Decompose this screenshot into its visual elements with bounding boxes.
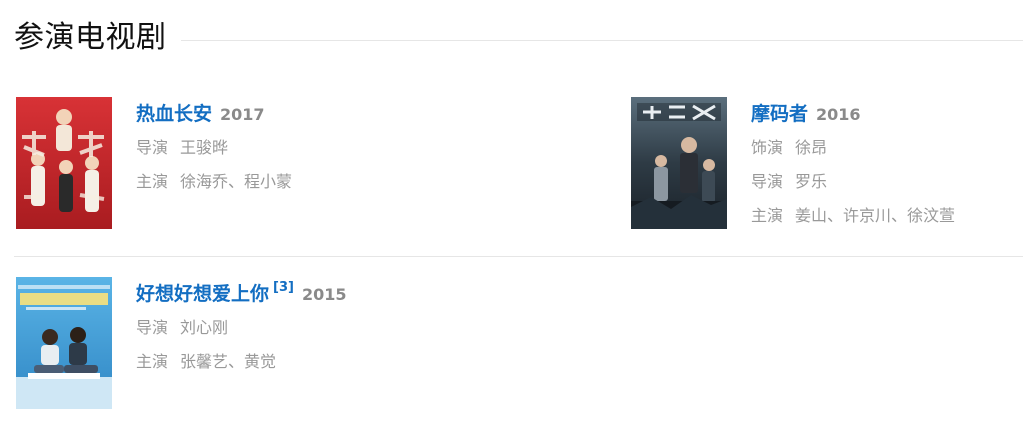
credit-label: 主演 xyxy=(751,206,784,225)
credit-label: 饰演 xyxy=(751,138,784,157)
credit-label: 导演 xyxy=(751,172,784,191)
drama-info: 热血长安 2017 导演 王骏晔 主演 徐海乔、程小蒙 xyxy=(136,97,496,199)
credit-value: 罗乐 xyxy=(795,172,828,191)
credit-value: 刘心刚 xyxy=(180,318,229,337)
credit-line: 导演 罗乐 xyxy=(751,165,1023,199)
drama-poster-image[interactable] xyxy=(631,97,727,229)
credit-label: 导演 xyxy=(136,318,169,337)
drama-title-line: 热血长安 2017 xyxy=(136,97,496,131)
credit-value: 张馨艺、黄觉 xyxy=(180,352,277,371)
drama-poster-image[interactable] xyxy=(16,97,112,229)
credit-label: 主演 xyxy=(136,172,169,191)
credit-label: 主演 xyxy=(136,352,169,371)
drama-title-link[interactable]: 热血长安 xyxy=(136,103,212,125)
drama-title-line: 摩码者 2016 xyxy=(751,97,1023,131)
row-divider xyxy=(14,256,1023,257)
drama-year: 2017 xyxy=(220,105,265,124)
credit-value: 徐昂 xyxy=(795,138,828,157)
credit-value: 王骏晔 xyxy=(180,138,229,157)
credit-line: 主演 张馨艺、黄觉 xyxy=(136,345,496,379)
drama-year: 2016 xyxy=(816,105,861,124)
drama-title-link[interactable]: 好想好想爱上你 xyxy=(136,283,269,305)
drama-year: 2015 xyxy=(301,285,347,304)
section-title: 参演电视剧 xyxy=(14,20,167,55)
credit-line: 导演 王骏晔 xyxy=(136,131,496,165)
credit-line: 主演 姜山、许京川、徐汶萱 xyxy=(751,199,1023,233)
credit-line: 主演 徐海乔、程小蒙 xyxy=(136,165,496,199)
drama-title-line: 好想好想爱上你 [3] 2015 xyxy=(136,277,496,311)
credit-line: 导演 刘心刚 xyxy=(136,311,496,345)
section-header: 参演电视剧 xyxy=(14,14,1023,62)
credit-value: 徐海乔、程小蒙 xyxy=(180,172,293,191)
citation-ref-link[interactable]: [3] xyxy=(273,280,294,295)
tv-drama-section: 参演电视剧 热血长安 2017 导演 王骏晔 主演 徐海乔、程小蒙 摩码者 20… xyxy=(0,0,1023,421)
drama-info: 摩码者 2016 饰演 徐昂 导演 罗乐 主演 姜山、许京川、徐汶萱 xyxy=(751,97,1023,233)
credit-label: 导演 xyxy=(136,138,169,157)
section-divider xyxy=(180,39,1023,41)
drama-info: 好想好想爱上你 [3] 2015 导演 刘心刚 主演 张馨艺、黄觉 xyxy=(136,277,496,379)
credit-value: 姜山、许京川、徐汶萱 xyxy=(795,206,956,225)
credit-line: 饰演 徐昂 xyxy=(751,131,1023,165)
drama-title-link[interactable]: 摩码者 xyxy=(751,103,808,125)
drama-poster-image[interactable] xyxy=(16,277,112,409)
